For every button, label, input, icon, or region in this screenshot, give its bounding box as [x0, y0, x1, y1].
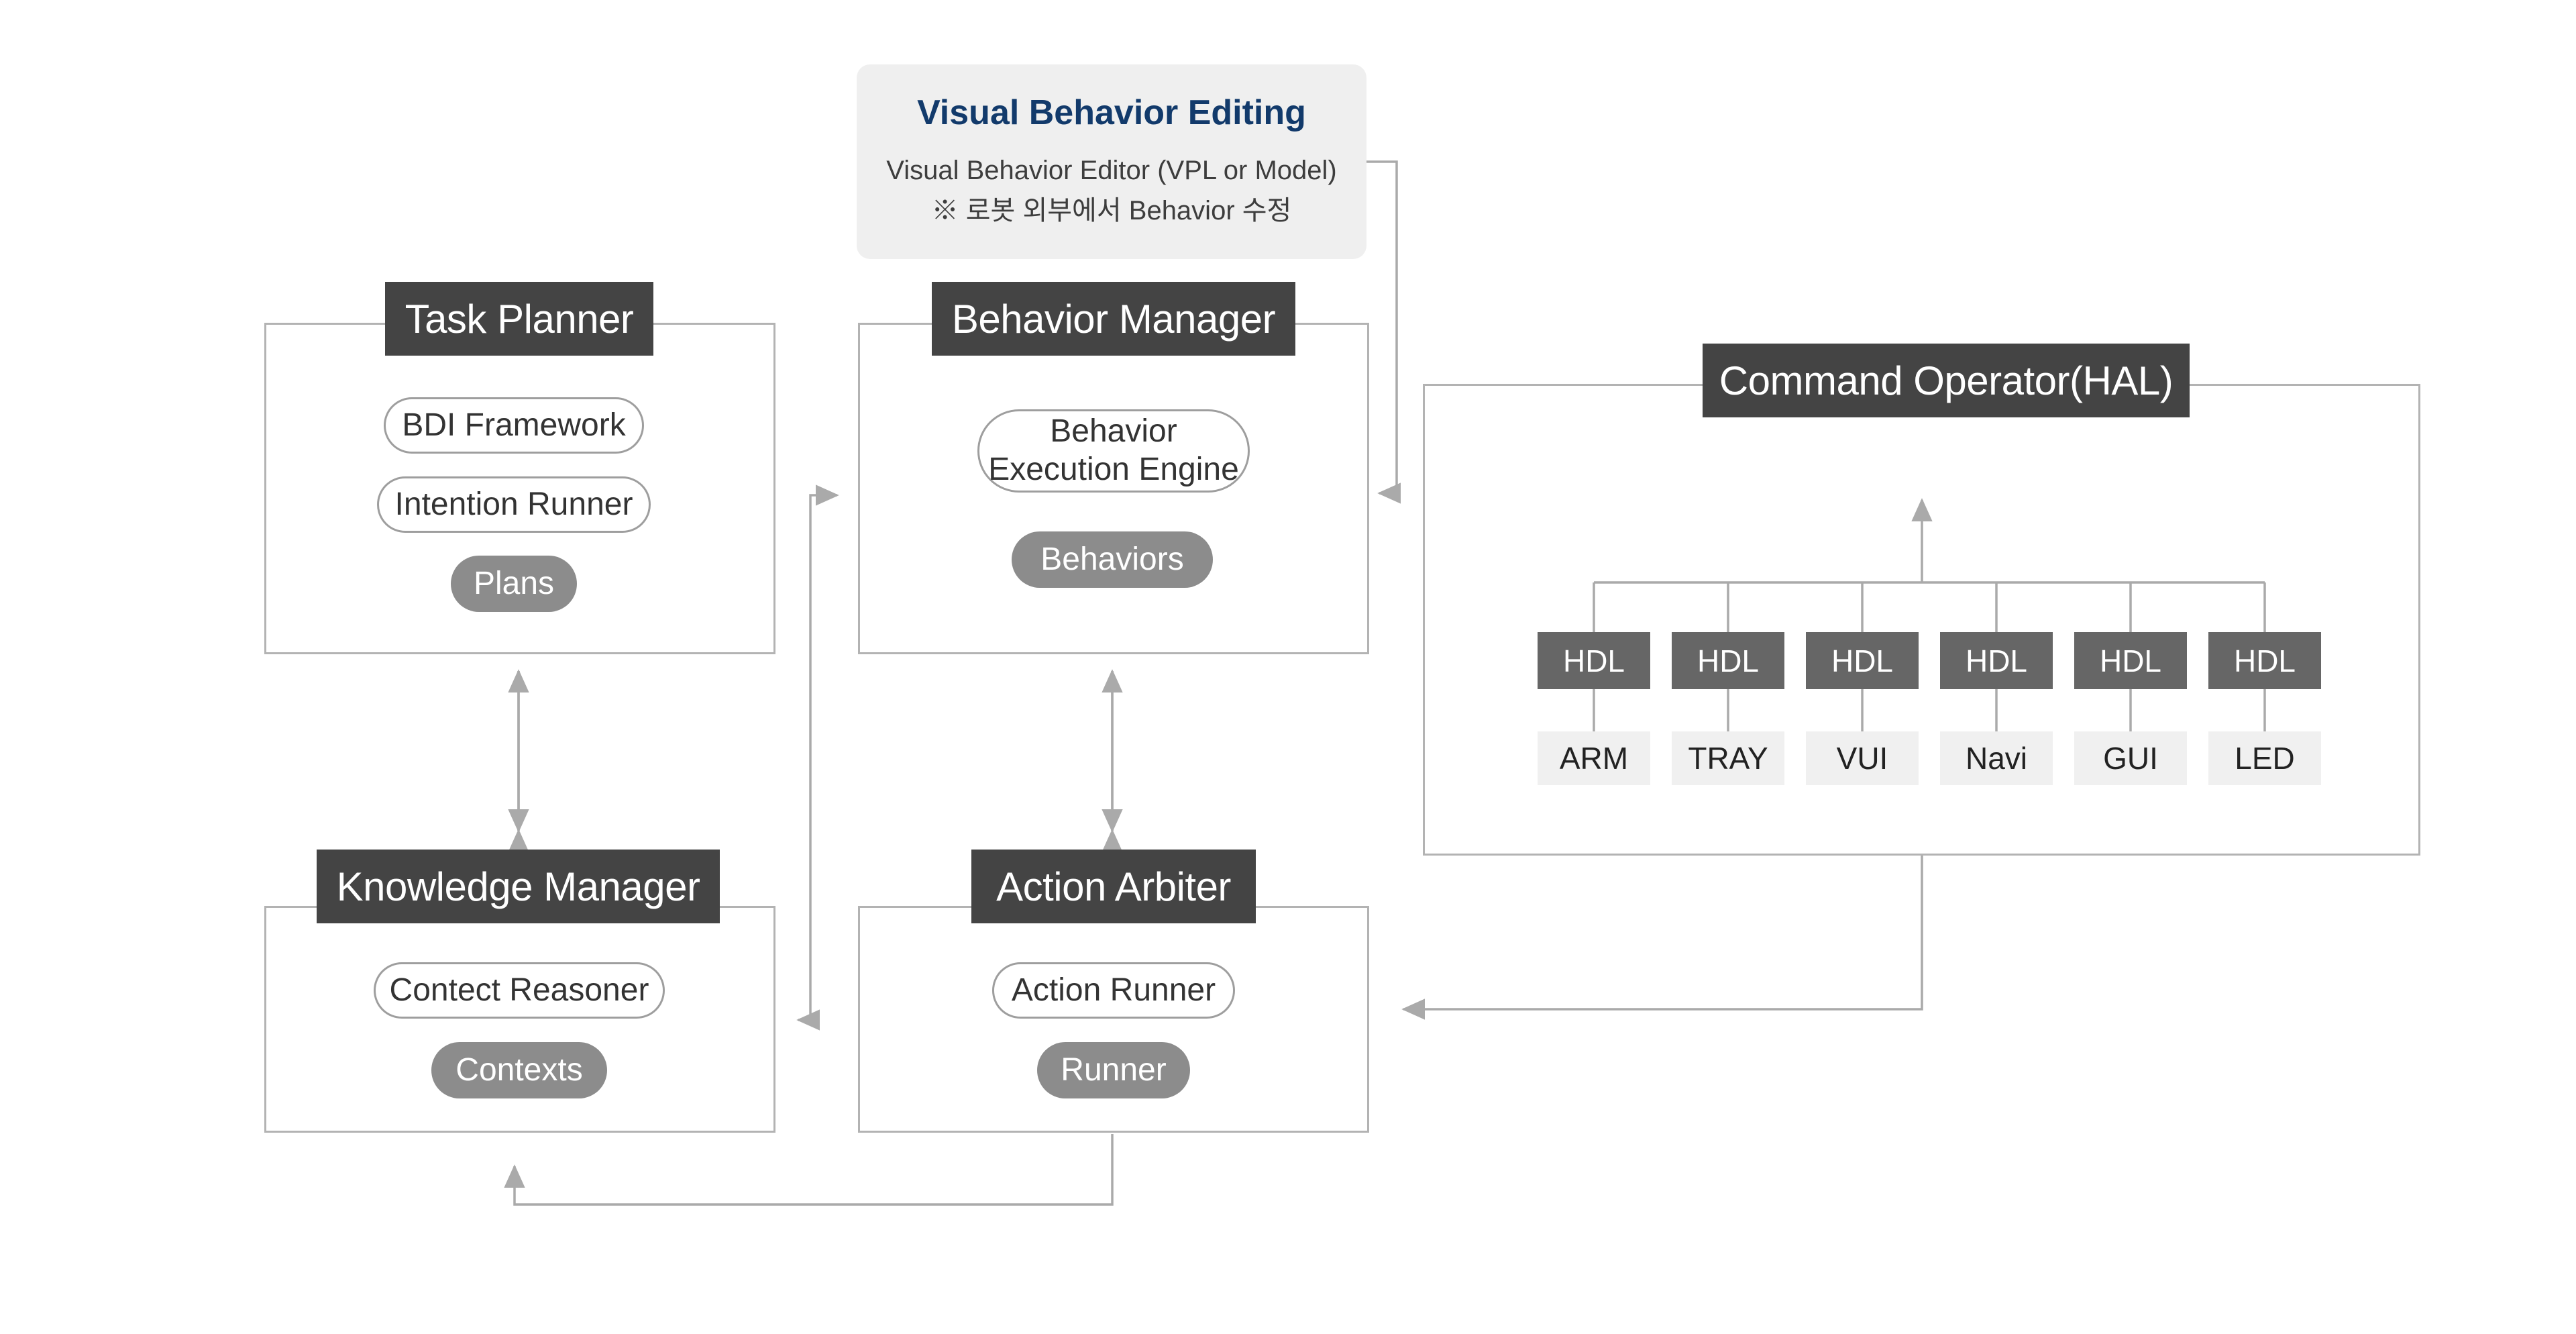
- device-box-navi[interactable]: Navi: [1940, 731, 2053, 785]
- hdl-label: HDL: [1562, 643, 1625, 678]
- device-label: LED: [2235, 741, 2295, 776]
- task-planner-title: Task Planner: [405, 296, 634, 342]
- behavior-manager-item-label: Behavior Execution Engine: [988, 413, 1239, 487]
- task-planner-item-plans[interactable]: Plans: [451, 556, 577, 612]
- action-arbiter-item-label: Action Runner: [1011, 972, 1216, 1008]
- device-box-led[interactable]: LED: [2208, 731, 2321, 785]
- editor-panel-line-1: Visual Behavior Editor (VPL or Model): [886, 156, 1337, 185]
- action-arbiter-item-label: Runner: [1061, 1051, 1167, 1088]
- hdl-box-5[interactable]: HDL: [2074, 632, 2187, 689]
- wire-editor-to-behavior-manager: [1366, 160, 1401, 504]
- device-label: TRAY: [1688, 741, 1768, 776]
- behavior-manager-item-execution-engine[interactable]: Behavior Execution Engine: [977, 409, 1250, 493]
- task-planner-item-label: Intention Runner: [394, 486, 633, 522]
- hdl-box-6[interactable]: HDL: [2208, 632, 2321, 689]
- device-box-vui[interactable]: VUI: [1806, 731, 1919, 785]
- device-label: VUI: [1836, 741, 1888, 776]
- action-arbiter-item-runner[interactable]: Runner: [1037, 1042, 1190, 1098]
- task-planner-header: Task Planner: [385, 282, 653, 356]
- behavior-manager-item-behaviors[interactable]: Behaviors: [1012, 531, 1213, 588]
- hdl-label: HDL: [2233, 643, 2296, 678]
- hdl-label: HDL: [1965, 643, 2028, 678]
- behavior-manager-item-label: Behaviors: [1040, 541, 1184, 577]
- task-planner-item-bdi-framework[interactable]: BDI Framework: [384, 397, 644, 454]
- action-arbiter-item-action-runner[interactable]: Action Runner: [992, 962, 1235, 1019]
- module-action-arbiter: [858, 906, 1369, 1133]
- architecture-diagram: Visual Behavior Editing Visual Behavior …: [0, 0, 2576, 1334]
- wire-action-to-knowledge-bottom: [504, 1134, 1114, 1206]
- editor-panel-title: Visual Behavior Editing: [917, 93, 1306, 132]
- behavior-manager-title: Behavior Manager: [951, 296, 1276, 342]
- hdl-box-2[interactable]: HDL: [1672, 632, 1784, 689]
- device-box-tray[interactable]: TRAY: [1672, 731, 1784, 785]
- wire-left-bus-to-behavior-manager: [798, 484, 839, 1021]
- behavior-manager-header: Behavior Manager: [932, 282, 1295, 356]
- visual-behavior-editing-panel: Visual Behavior Editing Visual Behavior …: [857, 64, 1366, 259]
- knowledge-manager-item-label: Contect Reasoner: [389, 972, 649, 1008]
- knowledge-manager-item-label: Contexts: [455, 1051, 583, 1088]
- wire-hal-to-action-arbiter: [1401, 856, 1923, 1020]
- hdl-box-3[interactable]: HDL: [1806, 632, 1919, 689]
- task-planner-item-intention-runner[interactable]: Intention Runner: [377, 476, 651, 533]
- action-arbiter-title: Action Arbiter: [996, 864, 1231, 909]
- command-operator-header: Command Operator(HAL): [1703, 344, 2190, 417]
- knowledge-manager-title: Knowledge Manager: [336, 864, 700, 909]
- hdl-box-1[interactable]: HDL: [1538, 632, 1650, 689]
- device-label: GUI: [2103, 741, 2158, 776]
- hdl-box-4[interactable]: HDL: [1940, 632, 2053, 689]
- editor-panel-line-2: ※ 로봇 외부에서 Behavior 수정: [931, 196, 1292, 225]
- hdl-label: HDL: [2099, 643, 2162, 678]
- device-box-arm[interactable]: ARM: [1538, 731, 1650, 785]
- knowledge-manager-item-contect-reasoner[interactable]: Contect Reasoner: [374, 962, 665, 1019]
- task-planner-item-label: BDI Framework: [402, 407, 626, 443]
- knowledge-manager-item-contexts[interactable]: Contexts: [431, 1042, 607, 1098]
- knowledge-manager-header: Knowledge Manager: [317, 850, 720, 923]
- command-operator-title: Command Operator(HAL): [1719, 358, 2174, 403]
- module-knowledge-manager: [264, 906, 775, 1133]
- device-label: Navi: [1965, 741, 2028, 776]
- action-arbiter-header: Action Arbiter: [971, 850, 1256, 923]
- device-box-gui[interactable]: GUI: [2074, 731, 2187, 785]
- hdl-label: HDL: [1697, 643, 1760, 678]
- device-label: ARM: [1559, 741, 1629, 776]
- hdl-label: HDL: [1831, 643, 1894, 678]
- task-planner-item-label: Plans: [473, 565, 555, 601]
